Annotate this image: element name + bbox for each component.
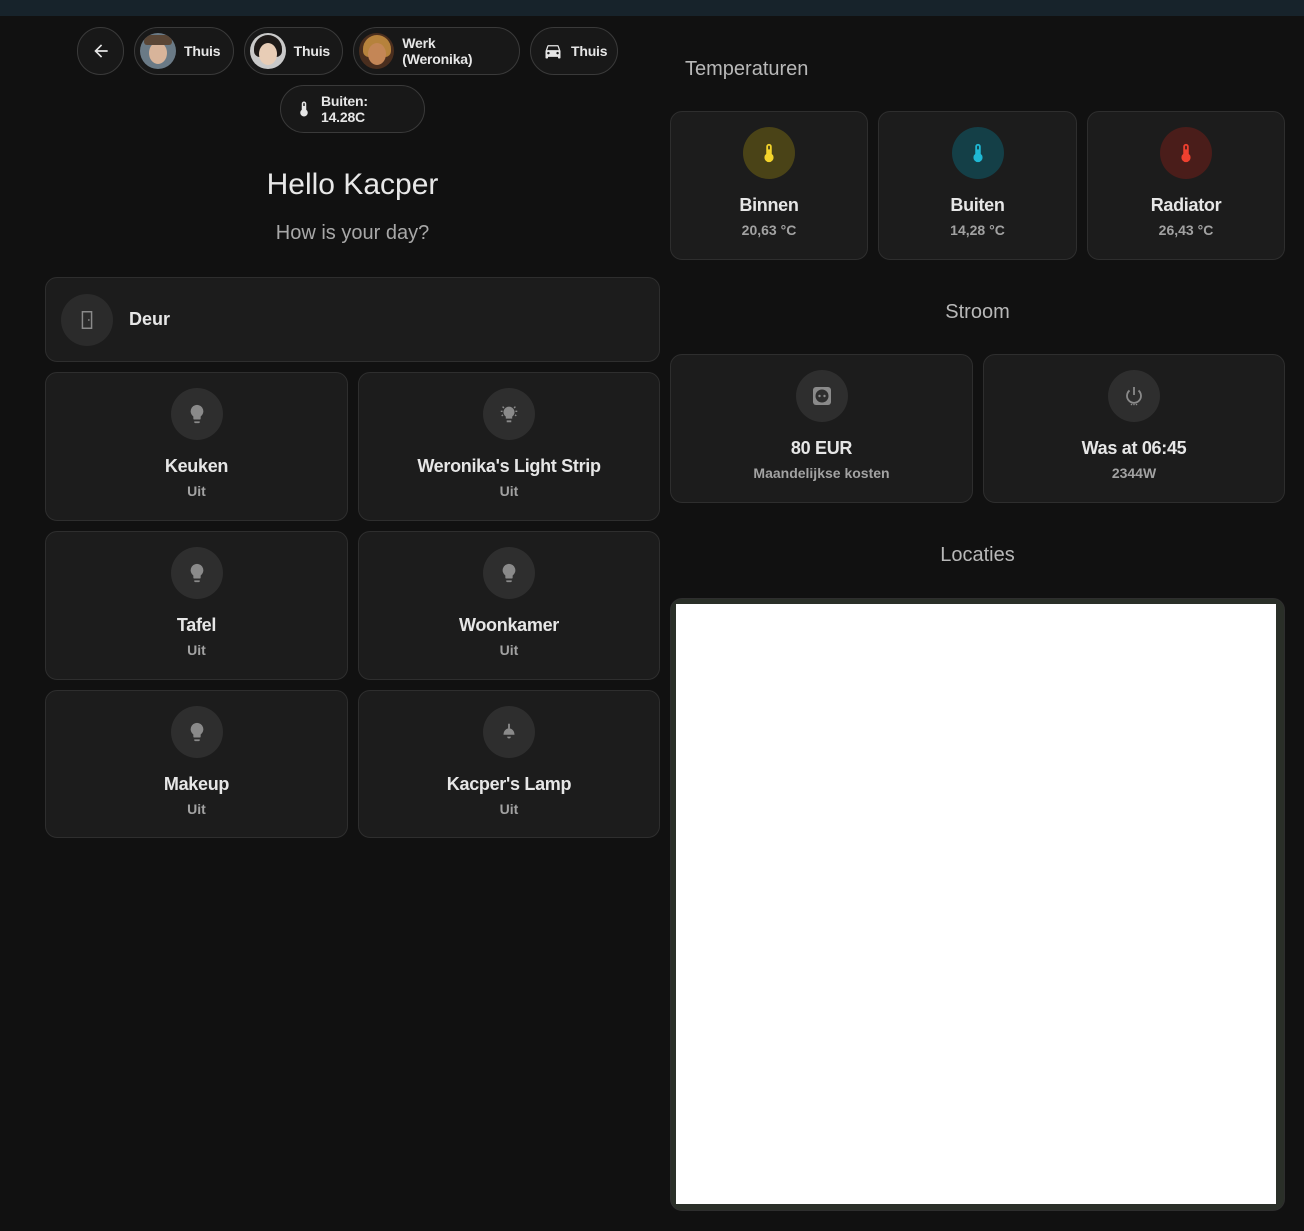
- power-standby-icon: [1108, 370, 1160, 422]
- temperature-value: 26,43 °C: [1158, 222, 1214, 238]
- power-title: Stroom: [945, 301, 1010, 323]
- locations-map[interactable]: [670, 598, 1285, 1211]
- light-name: Keuken: [164, 456, 229, 476]
- locations-title: Locaties: [940, 544, 1015, 566]
- power-name: 80 EUR: [790, 438, 853, 458]
- light-tile-kacper-lamp[interactable]: Kacper's Lamp Uit: [358, 690, 660, 838]
- person-avatar: [140, 33, 176, 69]
- light-name: Kacper's Lamp: [446, 774, 572, 794]
- light-tile-weronika-strip[interactable]: Weronika's Light Strip Uit: [358, 372, 660, 521]
- thermometer-icon: [951, 127, 1004, 179]
- light-state: Uit: [187, 483, 206, 499]
- power-sub: Maandelijkse kosten: [753, 465, 890, 481]
- light-name: Woonkamer: [459, 615, 559, 635]
- lightbulb-icon: [170, 547, 223, 599]
- greeting-subtitle: How is your day?: [275, 222, 430, 244]
- light-tile-woonkamer[interactable]: Woonkamer Uit: [358, 531, 660, 680]
- thermometer-icon: [295, 99, 313, 119]
- light-state: Uit: [187, 642, 206, 658]
- light-tile-makeup[interactable]: Makeup Uit: [45, 690, 348, 838]
- person-chip-label: Thuis: [293, 43, 331, 59]
- temperature-name: Binnen: [739, 195, 799, 215]
- light-tile-keuken[interactable]: Keuken Uit: [45, 372, 348, 521]
- lightbulb-icon: [170, 388, 223, 440]
- temperature-name: Radiator: [1150, 195, 1222, 215]
- person-chip-3[interactable]: Werk (Weronika): [353, 27, 520, 75]
- car-icon: [543, 41, 563, 61]
- thermometer-icon: [1160, 127, 1212, 179]
- person-chip-label: Thuis: [184, 43, 221, 59]
- temperature-tile-radiator[interactable]: Radiator 26,43 °C: [1087, 111, 1285, 260]
- light-name: Weronika's Light Strip: [417, 456, 601, 476]
- light-tile-tafel[interactable]: Tafel Uit: [45, 531, 348, 680]
- power-sub: 2344W: [1111, 465, 1157, 481]
- light-strip-icon: [483, 388, 535, 440]
- door-card[interactable]: Deur: [45, 277, 660, 362]
- power-tile-washer[interactable]: Was at 06:45 2344W: [983, 354, 1285, 503]
- temperatures-title: Temperaturen: [685, 58, 809, 80]
- person-chip-1[interactable]: Thuis: [134, 27, 234, 75]
- power-tile-costs[interactable]: 80 EUR Maandelijkse kosten: [670, 354, 973, 503]
- person-chip-label: Thuis: [571, 43, 608, 59]
- light-state: Uit: [187, 801, 206, 817]
- light-state: Uit: [499, 642, 519, 658]
- person-chip-2[interactable]: Thuis: [244, 27, 343, 75]
- temperature-tile-binnen[interactable]: Binnen 20,63 °C: [670, 111, 868, 260]
- lightbulb-icon: [483, 547, 535, 599]
- power-name: Was at 06:45: [1081, 438, 1187, 458]
- light-state: Uit: [499, 483, 519, 499]
- temperature-tile-buiten[interactable]: Buiten 14,28 °C: [878, 111, 1077, 260]
- temperature-value: 14,28 °C: [950, 222, 1005, 238]
- person-chip-label: Werk (Weronika): [402, 35, 473, 67]
- top-bar: [0, 0, 1304, 16]
- person-chip-4[interactable]: Thuis: [530, 27, 618, 75]
- arrow-left-icon: [91, 41, 111, 61]
- back-button[interactable]: [77, 27, 124, 75]
- outside-temperature-chip[interactable]: Buiten: 14.28C: [280, 85, 425, 133]
- temperature-value: 20,63 °C: [741, 222, 797, 238]
- light-state: Uit: [499, 801, 519, 817]
- power-socket-icon: [795, 370, 848, 422]
- ceiling-lamp-icon: [483, 706, 535, 758]
- person-avatar: [359, 33, 395, 69]
- thermometer-icon: [743, 127, 795, 179]
- greeting-title: Hello Kacper: [266, 168, 439, 201]
- door-icon: [61, 293, 113, 346]
- light-name: Makeup: [163, 774, 230, 794]
- person-avatar: [250, 33, 286, 69]
- door-name: Deur: [129, 309, 171, 329]
- map-canvas[interactable]: [676, 604, 1276, 1204]
- lightbulb-icon: [170, 706, 223, 758]
- outside-temperature-label: Buiten: 14.28C: [321, 93, 368, 125]
- temperature-name: Buiten: [950, 195, 1005, 215]
- light-name: Tafel: [176, 615, 217, 635]
